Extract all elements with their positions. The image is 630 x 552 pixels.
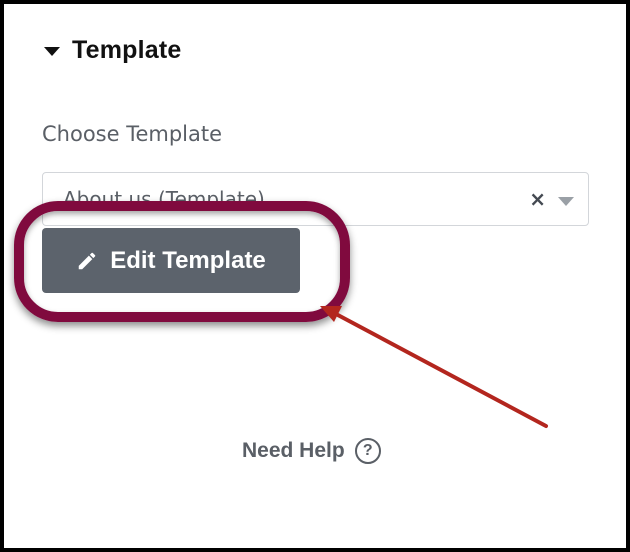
choose-template-label: Choose Template — [42, 122, 223, 146]
question-circle-icon: ? — [354, 438, 381, 464]
chevron-down-icon[interactable] — [558, 197, 574, 206]
template-section-header[interactable]: Template — [44, 36, 182, 65]
pencil-icon — [78, 252, 96, 269]
section-title: Template — [72, 36, 182, 64]
clear-selection-icon[interactable]: × — [529, 187, 546, 211]
caret-down-icon — [44, 47, 60, 56]
panel-frame: Template Choose Template About us (Templ… — [0, 0, 630, 552]
edit-template-button[interactable]: Edit Template — [42, 228, 300, 293]
edit-template-label: Edit Template — [110, 246, 266, 274]
need-help-label: Need Help — [242, 439, 345, 462]
need-help-link[interactable]: Need Help ? — [242, 438, 381, 464]
